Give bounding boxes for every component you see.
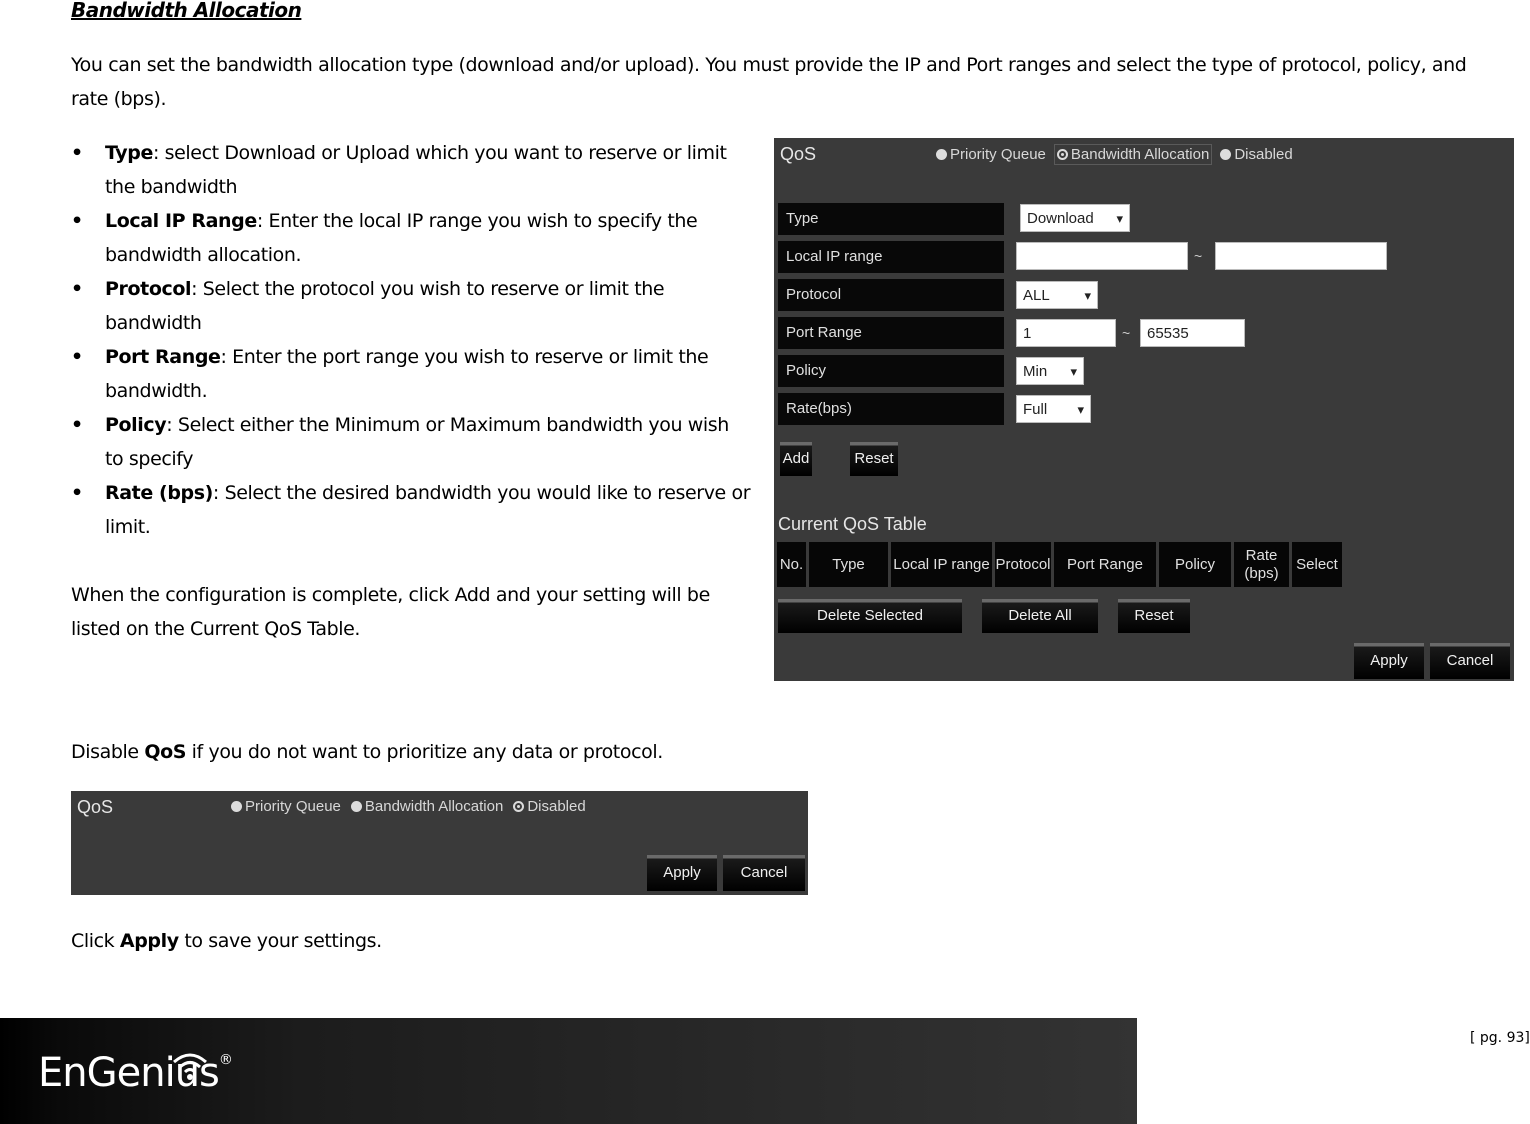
apply-button[interactable]: Apply [1354, 643, 1424, 679]
engenius-logo: EnGenius® [38, 1050, 233, 1096]
qos-mode-group: Priority Queue Bandwidth Allocation Disa… [229, 797, 588, 816]
type-label: Type [778, 203, 1004, 235]
mode-priority-queue[interactable]: Priority Queue [934, 145, 1048, 164]
apply-paragraph: Click Apply to save your settings. [71, 930, 382, 952]
type-select[interactable]: Download [1020, 204, 1130, 233]
bullet-port-range: • Port Range: Enter the port range you wi… [71, 340, 751, 408]
mode-bandwidth-allocation[interactable]: Bandwidth Allocation [1053, 144, 1213, 165]
mode-bandwidth-allocation[interactable]: Bandwidth Allocation [349, 797, 505, 816]
mode-disabled[interactable]: Disabled [511, 797, 587, 816]
delete-selected-button[interactable]: Delete Selected [778, 599, 962, 633]
disable-paragraph: Disable QoS if you do not want to priori… [71, 741, 663, 763]
rate-select[interactable]: Full [1016, 395, 1091, 424]
policy-label: Policy [778, 355, 1004, 387]
bullet-protocol: • Protocol: Select the protocol you wish … [71, 272, 751, 340]
intro-paragraph: You can set the bandwidth allocation typ… [71, 54, 1467, 110]
port-range-label: Port Range [778, 317, 1004, 349]
column-header: Policy [1159, 542, 1231, 587]
rate-label: Rate(bps) [778, 393, 1004, 425]
bullet-policy: • Policy: Select either the Minimum or Ma… [71, 408, 751, 476]
bullet-local-ip-range: • Local IP Range: Enter the local IP rang… [71, 204, 751, 272]
port-to-input[interactable]: 65535 [1140, 319, 1245, 347]
section-heading: Bandwidth Allocation [71, 0, 302, 22]
range-separator: ~ [1122, 325, 1131, 341]
column-header: Type [809, 542, 888, 587]
bullet-icon: • [71, 142, 83, 164]
column-header: Local IP range [891, 542, 992, 587]
mode-priority-queue[interactable]: Priority Queue [229, 797, 343, 816]
apply-button[interactable]: Apply [647, 855, 717, 891]
radio-icon [350, 801, 362, 812]
column-header: No. [777, 542, 806, 587]
local-ip-label: Local IP range [778, 241, 1004, 273]
add-button[interactable]: Add [780, 442, 812, 476]
page-number: [ pg. 93] [1470, 1030, 1530, 1046]
radio-icon [231, 801, 242, 812]
qos-bandwidth-screenshot: QoS Priority Queue Bandwidth Allocation … [774, 138, 1514, 681]
qos-table-title: Current QoS Table [778, 514, 927, 534]
qos-table-header: No. Type Local IP range Protocol Port Ra… [777, 542, 1342, 587]
protocol-label: Protocol [778, 279, 1004, 311]
radio-icon [936, 149, 947, 160]
radio-checked-icon [1056, 149, 1068, 160]
reset-button[interactable]: Reset [850, 442, 898, 476]
port-from-input[interactable]: 1 [1016, 319, 1116, 347]
cancel-button[interactable]: Cancel [723, 855, 805, 891]
qos-title: QoS [780, 144, 817, 164]
qos-mode-group: Priority Queue Bandwidth Allocation Disa… [934, 144, 1295, 165]
qos-title: QoS [77, 797, 114, 817]
range-separator: ~ [1194, 248, 1203, 264]
qos-disabled-screenshot: QoS Priority Queue Bandwidth Allocation … [71, 791, 808, 895]
field-description-list: • Type: select Download or Upload which y… [71, 136, 751, 544]
bullet-type: • Type: select Download or Upload which y… [71, 136, 751, 204]
bullet-rate: • Rate (bps): Select the desired bandwidt… [71, 476, 751, 544]
column-header: Port Range [1054, 542, 1156, 587]
bullet-icon: • [71, 482, 83, 504]
column-header: Rate (bps) [1234, 542, 1289, 587]
column-header: Protocol [995, 542, 1051, 587]
policy-select[interactable]: Min [1016, 357, 1084, 386]
local-ip-from-input[interactable] [1016, 242, 1188, 270]
bullet-icon: • [71, 414, 83, 436]
local-ip-to-input[interactable] [1215, 242, 1387, 270]
bullet-icon: • [71, 210, 83, 232]
table-reset-button[interactable]: Reset [1118, 599, 1190, 633]
mode-disabled[interactable]: Disabled [1218, 145, 1294, 164]
completion-paragraph: When the configuration is complete, clic… [71, 584, 710, 640]
cancel-button[interactable]: Cancel [1430, 643, 1510, 679]
radio-checked-icon [513, 801, 525, 812]
radio-icon [1220, 149, 1232, 160]
protocol-select[interactable]: ALL [1016, 281, 1098, 310]
delete-all-button[interactable]: Delete All [982, 599, 1098, 633]
bullet-icon: • [71, 278, 83, 300]
bullet-icon: • [71, 346, 83, 368]
column-header: Select [1292, 542, 1342, 587]
